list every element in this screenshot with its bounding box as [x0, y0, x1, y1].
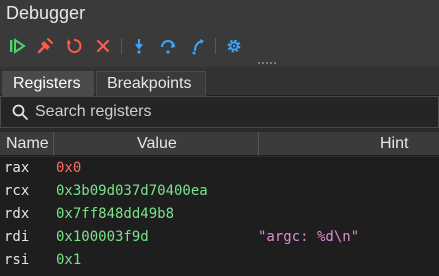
column-header-name[interactable]: Name — [6, 132, 49, 156]
column-divider[interactable] — [53, 132, 54, 156]
register-name: rdx — [4, 206, 30, 222]
search-bar — [0, 96, 439, 128]
register-value: 0x3b09d037d70400ea — [56, 183, 208, 199]
register-hint: "argc: %d\n" — [258, 229, 360, 245]
step-out-button[interactable] — [187, 35, 209, 57]
toolbar-separator — [121, 38, 122, 54]
register-name: rdi — [4, 229, 30, 245]
column-divider[interactable] — [258, 132, 259, 156]
resize-grip[interactable] — [258, 62, 276, 64]
step-into-icon — [161, 40, 175, 54]
clear-breakpoints-button[interactable] — [34, 35, 56, 57]
tab-breakpoints[interactable]: Breakpoints — [96, 71, 206, 96]
table-row[interactable]: rsi 0x1 — [0, 249, 439, 272]
step-over-icon — [135, 39, 143, 54]
tab-registers[interactable]: Registers — [2, 71, 94, 96]
register-value: 0x1 — [56, 252, 82, 268]
step-out-icon — [192, 39, 204, 55]
registers-table: rax 0x0 rcx 0x3b09d037d70400ea rdx 0x7ff… — [0, 157, 439, 276]
table-header: Name Value Hint — [0, 132, 439, 156]
table-row[interactable]: rdi 0x100003f9d "argc: %d\n" — [0, 226, 439, 249]
restart-button[interactable] — [63, 35, 85, 57]
stop-button[interactable] — [92, 35, 114, 57]
register-name: rcx — [4, 183, 30, 199]
clear-breakpoints-icon — [37, 38, 53, 54]
debug-toolbar — [0, 27, 439, 67]
register-name: rsi — [4, 252, 30, 268]
continue-button[interactable] — [6, 35, 28, 57]
table-row[interactable]: rax 0x0 — [0, 157, 439, 180]
tab-bar: Registers Breakpoints — [0, 67, 439, 96]
column-header-value[interactable]: Value — [137, 132, 177, 156]
table-row[interactable]: rcx 0x3b09d037d70400ea — [0, 180, 439, 203]
column-header-hint[interactable]: Hint — [380, 132, 408, 156]
register-value: 0x7ff848dd49b8 — [56, 206, 175, 222]
register-value: 0x100003f9d — [56, 229, 149, 245]
gear-icon — [227, 39, 241, 53]
search-icon — [12, 104, 28, 120]
restart-icon — [67, 39, 82, 53]
settings-button[interactable] — [223, 35, 245, 57]
window-title: Debugger — [0, 0, 439, 27]
table-row[interactable]: rdx 0x7ff848dd49b8 — [0, 203, 439, 226]
step-over-button[interactable] — [128, 35, 150, 57]
register-name: rax — [4, 160, 30, 176]
register-value: 0x0 — [56, 160, 82, 176]
search-input[interactable] — [35, 103, 415, 121]
toolbar-separator — [215, 38, 216, 54]
step-into-button[interactable] — [157, 35, 179, 57]
continue-icon — [10, 38, 26, 54]
stop-icon — [96, 39, 110, 53]
